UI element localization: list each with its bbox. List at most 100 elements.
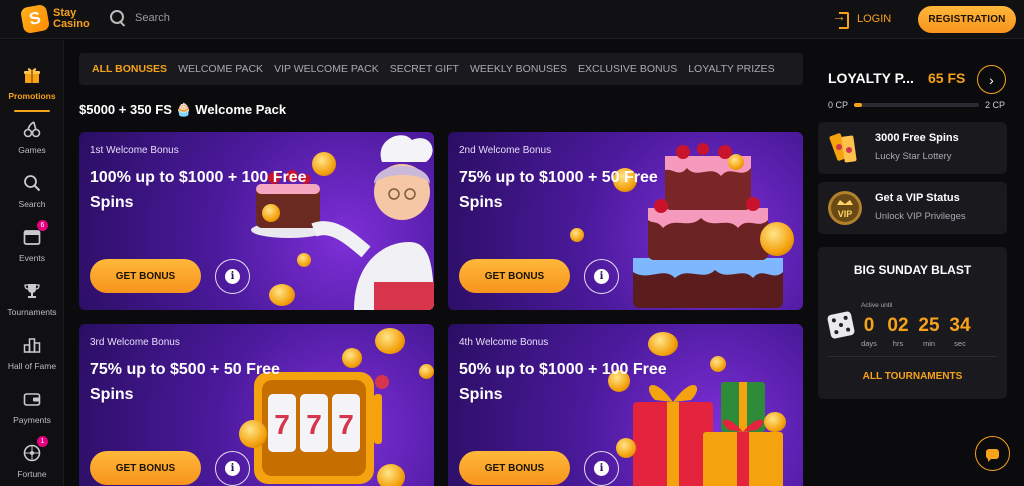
search-placeholder: Search [135,12,170,24]
divider [828,356,997,357]
search-icon [21,172,43,194]
sidebar-item-events[interactable]: 6 Events [0,220,64,274]
countdown-unit: hrs [892,339,904,348]
sidebar-item-hall-of-fame[interactable]: Hall of Fame [0,332,64,382]
sidebar-item-tournaments[interactable]: Tournaments [0,278,64,328]
loyalty-next-button[interactable]: › [977,65,1006,94]
logo[interactable]: S Stay Casino [19,3,90,35]
tab-exclusive-bonus[interactable]: EXCLUSIVE BONUS [578,63,677,75]
cp-end: 2 CP [985,100,1006,110]
chat-button[interactable] [975,436,1010,471]
coin-icon [760,222,794,256]
gift-icon [21,64,43,86]
wallet-icon [21,388,43,410]
sidebar-item-payments[interactable]: Payments [0,386,64,436]
svg-text:7: 7 [274,409,290,440]
fortune-badge: 1 [37,436,48,447]
info-icon: i [225,269,240,284]
bonus-subtitle: 4th Welcome Bonus [459,337,549,348]
calendar-icon: 6 [21,220,48,248]
sidebar-item-search[interactable]: Search [0,170,64,220]
bonus-info-button[interactable]: i [215,259,250,294]
loyalty-label: LOYALTY P... [828,70,914,86]
countdown-unit: days [861,339,877,348]
vip-crown-icon: VIP [828,191,862,225]
loyalty-free-spins: 65 FS [928,70,966,86]
registration-button[interactable]: REGISTRATION [918,6,1016,33]
section-title: $5000 + 350 FS 🧁 Welcome Pack [79,102,287,117]
countdown-unit: min [922,339,936,348]
bonus-card: 7 7 7 3rd Welcome Bonus 75% up to $500 +… [79,324,434,486]
bonus-info-button[interactable]: i [215,451,250,486]
bonus-card: 2nd Welcome Bonus 75% up to $1000 + 50 F… [448,132,803,310]
promo-vip[interactable]: VIP Get a VIP Status Unlock VIP Privileg… [818,182,1007,234]
coin-icon [239,420,267,448]
coin-icon [375,328,405,354]
active-until-label: Active until [861,302,893,309]
countdown-unit: sec [954,339,966,348]
bonus-title: 75% up to $500 + 50 Free Spins [90,361,280,403]
chat-icon [986,448,999,462]
info-icon: i [594,269,609,284]
sidebar-item-games[interactable]: Games [0,116,64,166]
search-field[interactable]: Search [110,10,170,26]
logo-icon: S [19,3,51,35]
bonus-title: 100% up to $1000 + 100 Free Spins [90,169,307,211]
info-icon: i [594,461,609,476]
coin-icon [728,154,744,170]
coin-icon [648,332,678,356]
logo-text: Stay Casino [53,7,90,30]
bonus-title: 50% up to $1000 + 100 Free Spins [459,361,667,403]
chevron-right-icon: › [989,71,994,88]
bonus-subtitle: 3rd Welcome Bonus [90,337,180,348]
countdown-days: 0 [863,315,875,336]
get-bonus-button[interactable]: GET BONUS [90,451,201,485]
tab-loyalty-prizes[interactable]: LOYALTY PRIZES [688,63,774,75]
trophy-icon [21,280,43,302]
coin-icon [342,348,362,368]
loyalty-progress-bar [854,103,979,107]
login-button[interactable]: LOGIN [832,8,891,29]
top-bar: S Stay Casino Search LOGIN REGISTRATION [0,0,1024,39]
coin-icon [764,412,786,432]
cake-illustration [633,143,783,308]
events-badge: 6 [37,220,48,231]
coin-icon [710,356,726,372]
bonus-title: 75% up to $1000 + 50 Free Spins [459,169,658,211]
cherries-icon [21,118,43,140]
all-tournaments-link[interactable]: ALL TOURNAMENTS [818,371,1007,382]
tab-weekly-bonuses[interactable]: WEEKLY BONUSES [470,63,567,75]
wheel-icon: 1 [21,436,48,464]
tab-vip-welcome-pack[interactable]: VIP WELCOME PACK [274,63,379,75]
coin-icon [269,284,295,306]
coin-icon [377,464,405,486]
promo-lottery[interactable]: 3000 Free Spins Lucky Star Lottery [818,122,1007,174]
cp-start: 0 CP [828,100,849,110]
promo-subtitle: Unlock VIP Privileges [875,211,966,222]
sidebar-item-promotions[interactable]: Promotions [0,62,64,112]
countdown-minutes: 25 [918,315,940,336]
promo-title: 3000 Free Spins [875,132,959,144]
lottery-tickets-icon [829,133,857,163]
login-icon [832,8,849,29]
tab-welcome-pack[interactable]: WELCOME PACK [178,63,263,75]
get-bonus-button[interactable]: GET BONUS [459,259,570,293]
tab-all-bonuses[interactable]: ALL BONUSES [92,63,167,75]
bonus-tabs: ALL BONUSES WELCOME PACK VIP WELCOME PAC… [79,53,803,85]
bonus-info-button[interactable]: i [584,259,619,294]
sidebar-item-fortune[interactable]: 1 Fortune [0,436,64,486]
podium-icon [21,334,43,356]
coin-icon [297,253,311,267]
coin-icon [419,364,434,379]
coin-icon [616,438,636,458]
loyalty-progress-fill [854,103,862,107]
bonus-info-button[interactable]: i [584,451,619,486]
info-icon: i [225,461,240,476]
promo-subtitle: Lucky Star Lottery [875,151,952,162]
get-bonus-button[interactable]: GET BONUS [459,451,570,485]
bonus-subtitle: 2nd Welcome Bonus [459,145,552,156]
get-bonus-button[interactable]: GET BONUS [90,259,201,293]
svg-text:VIP: VIP [838,209,853,219]
sidebar: Promotions Games Search 6 Events Tournam… [0,40,64,486]
tab-secret-gift[interactable]: SECRET GIFT [390,63,459,75]
